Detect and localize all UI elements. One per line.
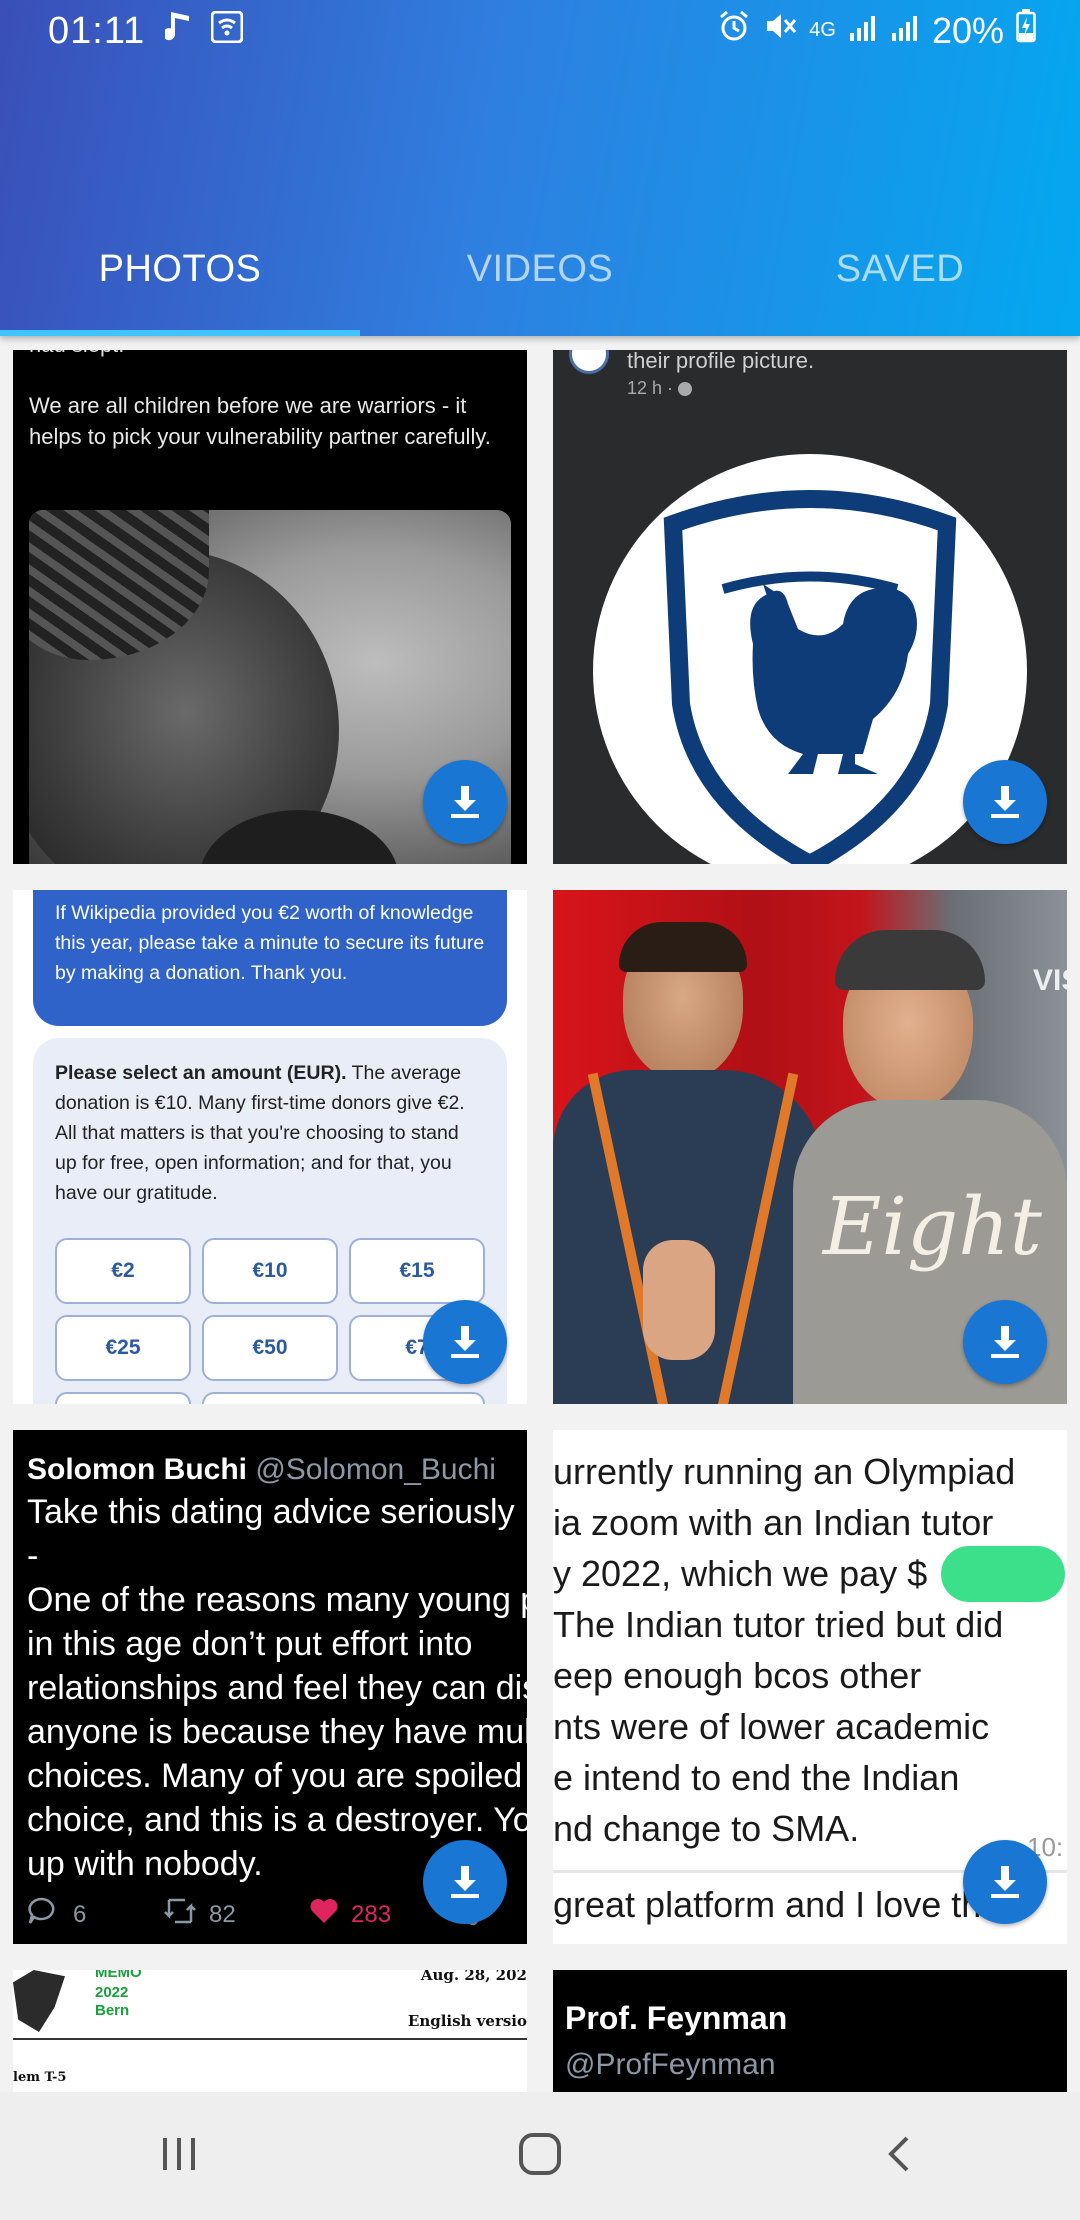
download-icon xyxy=(451,1326,479,1358)
download-icon xyxy=(451,1866,479,1898)
photo-card[interactable]: urrently running an Olympiad ia zoom wit… xyxy=(553,1430,1067,1944)
like-icon xyxy=(309,1897,339,1932)
tweet-handle: @Solomon_Buchi xyxy=(255,1453,496,1486)
person-left xyxy=(553,920,823,1404)
download-icon xyxy=(991,786,1019,818)
download-icon xyxy=(991,1326,1019,1358)
retweet-count: 82 xyxy=(209,1900,236,1928)
shirt-text: Eight xyxy=(823,1180,1042,1273)
retweet-icon xyxy=(163,1896,197,1933)
profile-picture xyxy=(593,454,1027,864)
photo-card[interactable]: MEMO 2022 Bern Aug. 28, 202 English vers… xyxy=(13,1970,527,2092)
tab-indicator xyxy=(0,330,360,336)
tweet-author: Solomon Buchi xyxy=(27,1453,247,1486)
tab-bar: PHOTOS VIDEOS SAVED xyxy=(0,222,1080,336)
download-button[interactable] xyxy=(963,1840,1047,1924)
home-button[interactable] xyxy=(516,2130,564,2183)
memo-rule xyxy=(13,2038,527,2040)
back-button[interactable] xyxy=(879,2132,923,2181)
post-meta: 12 h · xyxy=(627,378,693,399)
battery-charging-icon xyxy=(1016,9,1036,52)
music-note-icon xyxy=(163,10,191,49)
amount-option[interactable]: €25 xyxy=(55,1315,191,1381)
rooster-crest-icon xyxy=(663,490,957,864)
tweet-header: Solomon Buchi @Solomon_Buchi xyxy=(27,1448,496,1492)
amount-option[interactable]: €2 xyxy=(55,1238,191,1304)
battery-percent: 20% xyxy=(931,9,1004,51)
donation-banner: If Wikipedia provided you €2 worth of kn… xyxy=(33,890,507,1026)
post-text: We are all children before we are warrio… xyxy=(29,393,491,449)
app-header: 01:11 4G 20% PHOTOS VIDEOS SAVED xyxy=(0,0,1080,336)
recent-apps-button[interactable] xyxy=(157,2132,201,2181)
post-caption: their profile picture. xyxy=(627,350,815,373)
download-button[interactable] xyxy=(963,1300,1047,1384)
memo-city: Bern xyxy=(95,2002,130,2019)
photo-card[interactable]: Solomon Buchi @Solomon_Buchi Take this d… xyxy=(13,1430,527,1944)
amount-option[interactable]: €10 xyxy=(202,1238,338,1304)
download-button[interactable] xyxy=(963,760,1047,844)
status-time: 01:11 xyxy=(48,10,146,52)
tab-saved[interactable]: SAVED xyxy=(720,222,1080,336)
memo-problem: lem T-5 xyxy=(13,2070,67,2085)
status-bar: 01:11 4G 20% xyxy=(0,0,1080,62)
tweet-body: Take this dating advice seriously - One … xyxy=(27,1493,527,1883)
photo-grid: had slept. We are all children before we… xyxy=(0,336,1080,2092)
memo-version: English versio xyxy=(407,2012,527,2030)
tab-photos[interactable]: PHOTOS xyxy=(0,222,360,336)
memo-date: Aug. 28, 202 xyxy=(420,1970,527,1984)
tweet-author: Prof. Feynman xyxy=(565,2000,788,2036)
avatar xyxy=(569,350,609,374)
reply-count: 6 xyxy=(73,1900,87,1928)
mute-icon xyxy=(763,9,797,52)
system-nav-bar xyxy=(0,2092,1080,2220)
post-text: had slept. xyxy=(29,350,124,358)
memo-year: 2022 xyxy=(95,1984,129,2001)
photo-card[interactable]: Prof. Feynman @ProfFeynman xyxy=(553,1970,1067,2092)
amount-option[interactable]: €15 xyxy=(349,1238,485,1304)
memo-title: MEMO xyxy=(95,1970,142,1981)
download-button[interactable] xyxy=(423,760,507,844)
amount-option xyxy=(202,1392,485,1404)
redaction-mark xyxy=(941,1546,1065,1602)
globe-icon xyxy=(678,382,693,397)
download-icon xyxy=(451,786,479,818)
photo-card[interactable]: VIS Eight xyxy=(553,890,1067,1404)
download-icon xyxy=(991,1866,1019,1898)
photo-card[interactable]: had slept. We are all children before we… xyxy=(13,350,527,864)
photo-card[interactable]: If Wikipedia provided you €2 worth of kn… xyxy=(13,890,527,1404)
signal-icon xyxy=(890,10,920,52)
alarm-icon xyxy=(717,9,751,52)
amount-option[interactable]: €50 xyxy=(202,1315,338,1381)
tweet-handle: @ProfFeynman xyxy=(565,2048,776,2081)
download-button[interactable] xyxy=(423,1840,507,1924)
network-type: 4G xyxy=(809,19,836,41)
reply-icon xyxy=(27,1896,57,1933)
signal-icon xyxy=(848,10,878,52)
memo-logo xyxy=(13,1970,65,2032)
download-button[interactable] xyxy=(423,1300,507,1384)
amount-option xyxy=(55,1392,191,1404)
tab-videos[interactable]: VIDEOS xyxy=(360,222,720,336)
message-text: urrently running an Olympiad ia zoom wit… xyxy=(553,1451,1016,1849)
wifi-box-icon xyxy=(210,10,244,48)
message-text: great platform and I love the xyxy=(553,1884,1002,1925)
photo-card[interactable]: their profile picture. 12 h · xyxy=(553,350,1067,864)
